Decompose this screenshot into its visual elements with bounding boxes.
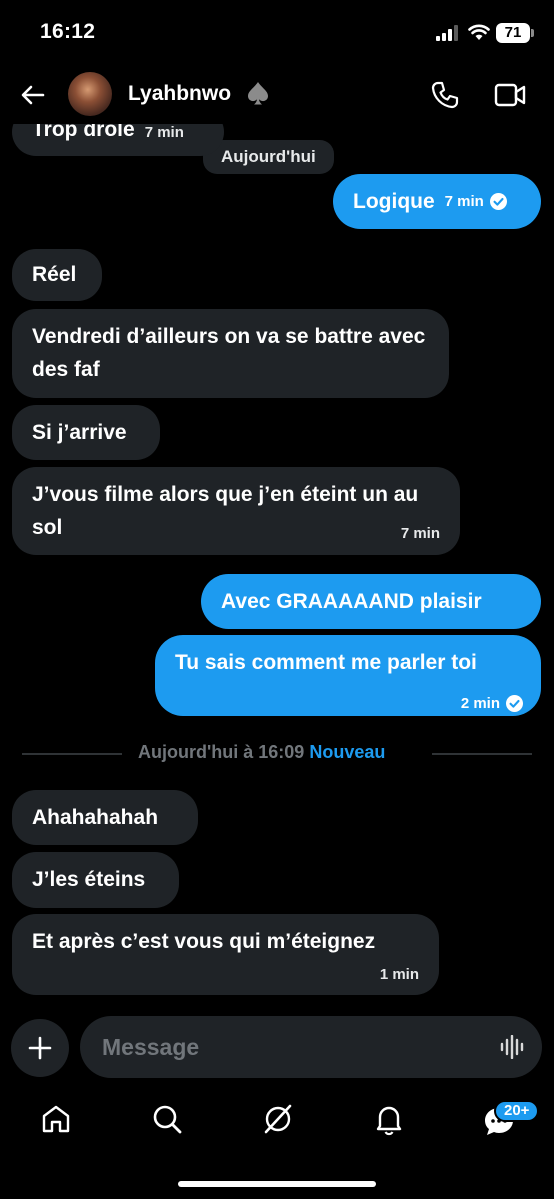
message-input[interactable]: Message — [80, 1016, 542, 1078]
waveform-icon[interactable] — [500, 1035, 526, 1059]
add-media-button[interactable] — [11, 1019, 69, 1077]
status-bar: 16:12 71 — [0, 0, 554, 66]
message-time: 7 min — [400, 525, 440, 542]
divider-line-left — [22, 753, 122, 755]
message-status: 2 min — [461, 687, 523, 720]
message-status: 7 min — [445, 185, 507, 218]
read-check-icon — [489, 193, 507, 210]
contact-name[interactable]: Lyahbnwo — [128, 82, 231, 106]
bell-icon[interactable] — [372, 1102, 406, 1136]
message-text: Tu sais comment me parler toi — [175, 651, 477, 674]
day-separator: Aujourd'hui — [203, 140, 334, 174]
battery-indicator: 71 — [496, 23, 530, 43]
new-label: Nouveau — [309, 742, 386, 762]
message-text: Vendredi d’ailleurs on va se battre avec… — [32, 325, 426, 381]
message-time: 7 min — [444, 193, 484, 210]
home-icon[interactable] — [39, 1102, 73, 1136]
message-text: J’les éteins — [32, 868, 146, 891]
message-text: Ahahahahah — [32, 806, 159, 829]
message-incoming[interactable]: Et après c’est vous qui m’éteignez 1 min — [12, 914, 439, 995]
message-incoming[interactable]: Réel — [12, 249, 102, 301]
divider-time: Aujourd'hui à 16:09 — [138, 742, 305, 762]
grok-icon[interactable] — [261, 1102, 295, 1136]
new-messages-divider: Aujourd'hui à 16:09 Nouveau — [138, 742, 385, 763]
read-check-icon — [506, 695, 523, 712]
message-time: 2 min — [460, 695, 500, 712]
plus-icon — [28, 1036, 52, 1060]
search-icon[interactable] — [150, 1102, 184, 1136]
phone-icon[interactable] — [430, 80, 460, 110]
cellular-signal-icon — [436, 25, 458, 41]
conversation-header: Lyahbnwo — [0, 66, 554, 124]
message-outgoing[interactable]: Logique 7 min — [333, 174, 541, 229]
message-time: 1 min — [379, 966, 419, 983]
arrow-left-icon[interactable] — [18, 80, 48, 110]
messages-badge: 20+ — [494, 1100, 540, 1122]
spade-icon — [248, 82, 268, 105]
message-text: Réel — [32, 263, 77, 286]
message-text: J’vous filme alors que j’en éteint un au… — [32, 483, 419, 539]
home-indicator — [178, 1181, 376, 1187]
avatar[interactable] — [68, 72, 112, 116]
message-outgoing[interactable]: Avec GRAAAAAND plaisir — [201, 574, 541, 629]
divider-line-right — [432, 753, 532, 755]
video-camera-icon[interactable] — [494, 82, 526, 108]
message-text: Logique — [353, 190, 435, 213]
message-outgoing[interactable]: Tu sais comment me parler toi 2 min — [155, 635, 541, 716]
message-incoming[interactable]: Si j’arrive — [12, 405, 160, 460]
message-placeholder: Message — [102, 1034, 200, 1060]
battery-tip — [531, 29, 534, 37]
message-incoming[interactable]: J’les éteins — [12, 852, 179, 908]
message-text: Avec GRAAAAAND plaisir — [221, 590, 482, 613]
status-time: 16:12 — [40, 20, 96, 43]
message-incoming[interactable]: Ahahahahah — [12, 790, 198, 845]
wifi-icon — [468, 24, 490, 40]
message-text: Et après c’est vous qui m’éteignez — [32, 930, 376, 953]
message-text: Si j’arrive — [32, 421, 127, 444]
message-incoming[interactable]: J’vous filme alors que j’en éteint un au… — [12, 467, 460, 555]
message-incoming[interactable]: Vendredi d’ailleurs on va se battre avec… — [12, 309, 449, 398]
